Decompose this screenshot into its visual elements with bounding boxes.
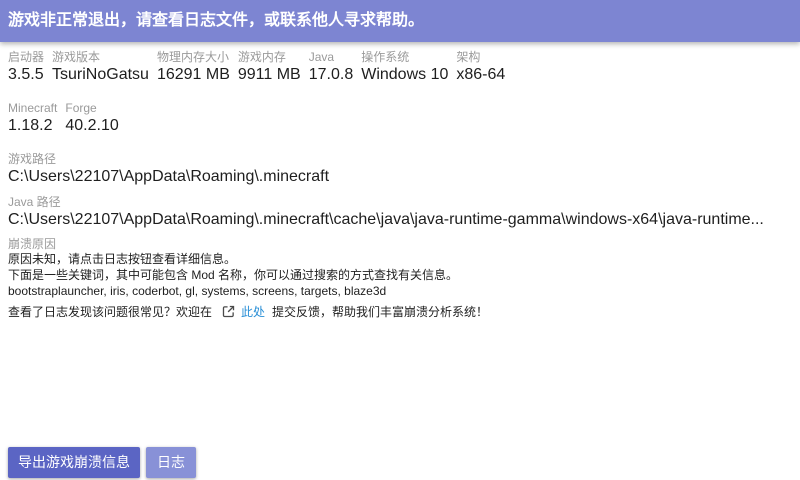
os-label: 操作系统	[361, 50, 410, 64]
crash-keywords: bootstraplauncher, iris, coderbot, gl, s…	[8, 284, 387, 298]
crash-title: 游戏非正常退出，请查看日志文件，或联系他人寻求帮助。	[8, 12, 425, 29]
launcher-info-row: 启动器 3.5.5 游戏版本 TsuriNoGatsu 物理内存大小 16291…	[8, 50, 505, 85]
game-dir-field: 游戏路径 C:\Users\22107\AppData\Roaming\.min…	[8, 152, 792, 187]
launcher-version-value: 3.5.5	[8, 66, 44, 83]
physical-memory-label: 物理内存大小	[156, 50, 229, 64]
java-dir-field: Java 路径 C:\Users\22107\AppData\Roaming\.…	[8, 195, 792, 230]
action-bar: 导出游戏崩溃信息 日志	[8, 447, 196, 478]
os-field: 操作系统 Windows 10	[361, 50, 448, 85]
launcher-version-field: 启动器 3.5.5	[8, 50, 44, 85]
forge-version-field: Forge 40.2.10	[65, 101, 118, 136]
physical-memory-value: 16291 MB	[156, 66, 230, 83]
physical-memory-field: 物理内存大小 16291 MB	[157, 50, 230, 85]
java-version-value: 17.0.8	[308, 66, 354, 83]
game-dir-value: C:\Users\22107\AppData\Roaming\.minecraf…	[8, 168, 330, 185]
arch-field: 架构 x86-64	[456, 50, 505, 85]
game-memory-value: 9911 MB	[237, 66, 301, 83]
game-version-value: TsuriNoGatsu	[52, 66, 149, 83]
feedback-suffix: 提交反馈，帮助我们丰富崩溃分析系统！	[272, 304, 489, 319]
os-value: Windows 10	[361, 66, 449, 83]
arch-label: 架构	[456, 50, 481, 64]
game-memory-field: 游戏内存 9911 MB	[238, 50, 301, 85]
game-memory-label: 游戏内存	[237, 50, 286, 64]
java-version-field: Java 17.0.8	[309, 50, 353, 85]
java-version-label: Java	[308, 50, 335, 64]
feedback-prefix: 查看了日志发现该问题很常见？欢迎在	[8, 304, 213, 319]
crash-reason-summary: 原因未知，请点击日志按钮查看详细信息。	[8, 252, 237, 266]
header-bar: 游戏非正常退出，请查看日志文件，或联系他人寻求帮助。	[0, 0, 800, 42]
minecraft-version-field: Minecraft 1.18.2	[8, 101, 57, 136]
feedback-link-text[interactable]: 此处	[241, 303, 265, 320]
crash-reason-section: 崩溃原因 原因未知，请点击日志按钮查看详细信息。 下面是一些关键词，其中可能包含…	[8, 237, 792, 321]
java-dir-label: Java 路径	[8, 195, 61, 209]
crash-reason-label: 崩溃原因	[8, 237, 57, 251]
game-version-field: 游戏版本 TsuriNoGatsu	[52, 50, 149, 85]
launcher-version-label: 启动器	[8, 50, 45, 64]
export-crash-info-button[interactable]: 导出游戏崩溃信息	[8, 447, 140, 478]
crash-keywords-hint: 下面是一些关键词，其中可能包含 Mod 名称，你可以通过搜索的方式查找有关信息。	[8, 268, 459, 282]
feedback-link[interactable]: 此处	[222, 303, 265, 320]
log-button[interactable]: 日志	[146, 447, 196, 478]
game-dir-label: 游戏路径	[8, 152, 57, 166]
arch-value: x86-64	[456, 66, 506, 83]
minecraft-version-label: Minecraft	[8, 101, 58, 115]
external-link-icon[interactable]	[222, 305, 235, 318]
feedback-line: 查看了日志发现该问题很常见？欢迎在 此处 提交反馈，帮助我们丰富崩溃分析系统！	[8, 301, 792, 321]
game-version-label: 游戏版本	[52, 50, 101, 64]
mod-loader-row: Minecraft 1.18.2 Forge 40.2.10	[8, 101, 119, 136]
minecraft-version-value: 1.18.2	[8, 117, 53, 134]
forge-version-value: 40.2.10	[65, 117, 119, 134]
forge-version-label: Forge	[65, 101, 97, 115]
java-dir-value: C:\Users\22107\AppData\Roaming\.minecraf…	[8, 211, 764, 228]
